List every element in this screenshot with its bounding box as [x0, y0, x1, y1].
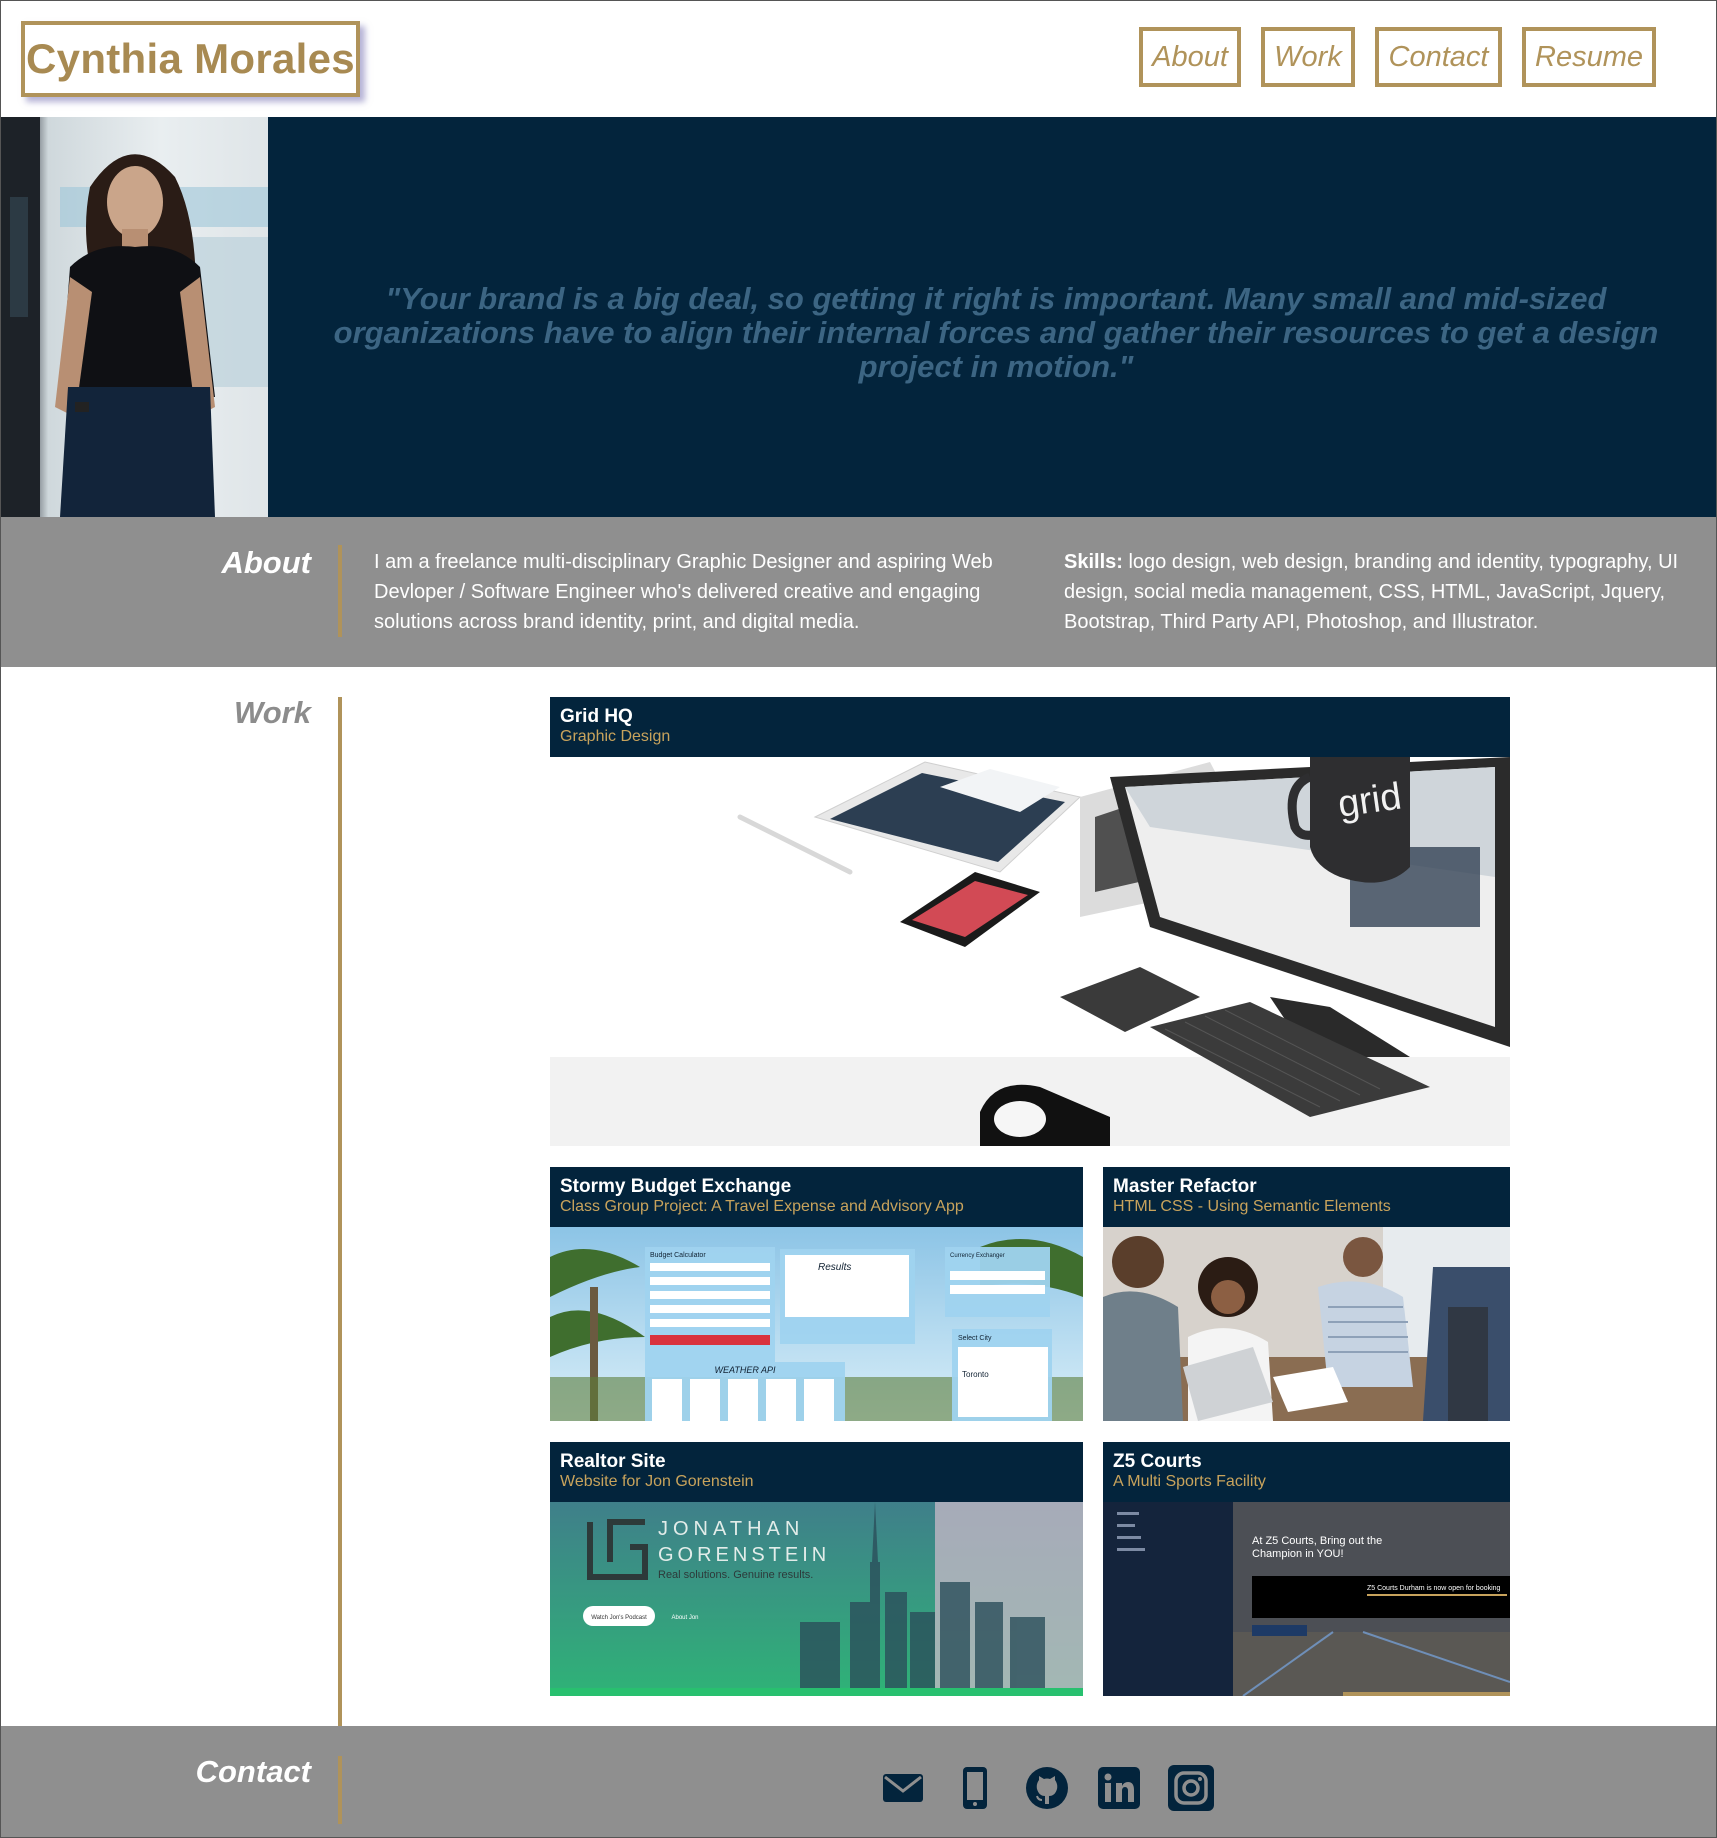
card-header: Stormy Budget Exchange Class Group Proje… [550, 1167, 1083, 1227]
budget-calculator-label: Budget Calculator [650, 1252, 706, 1259]
card-title: Master Refactor [1113, 1176, 1257, 1197]
skills-label: Skills: [1064, 551, 1123, 573]
about-heading: About [221, 545, 311, 580]
project-card-z5-courts[interactable]: Z5 Courts A Multi Sports Facility At Z5 … [1103, 1442, 1510, 1696]
brand-logo[interactable]: Cynthia Morales [21, 21, 360, 97]
realtor-name-line2: GORENSTEIN [658, 1544, 830, 1566]
card-title: Grid HQ [560, 706, 633, 727]
linkedin-icon[interactable] [1094, 1763, 1144, 1813]
about-jon-label: About Jon [671, 1615, 698, 1621]
nav-resume[interactable]: Resume [1522, 27, 1656, 87]
toronto-label: Toronto [962, 1370, 989, 1379]
z5-notice-text: Z5 Courts Durham is now open for booking [1367, 1585, 1501, 1592]
project-image-z5-courts: At Z5 Courts, Bring out the Champion in … [1103, 1502, 1510, 1696]
card-header: Realtor Site Website for Jon Gorenstein [550, 1442, 1083, 1502]
card-title: Stormy Budget Exchange [560, 1176, 792, 1197]
nav-about[interactable]: About [1139, 27, 1241, 87]
currency-exchanger-label: Currency Exchanger [950, 1253, 1005, 1259]
select-city-label: Select City [958, 1335, 992, 1342]
project-card-grid-hq[interactable]: Grid HQ Graphic Design grid [550, 697, 1510, 1146]
about-skills: Skills: logo design, web design, brandin… [1064, 547, 1694, 637]
card-subtitle: Class Group Project: A Travel Expense an… [560, 1198, 964, 1215]
weather-api-label: WEATHER API [714, 1365, 776, 1375]
skills-list: logo design, web design, branding and id… [1064, 551, 1679, 633]
phone-icon[interactable] [950, 1763, 1000, 1813]
project-image-realtor-site: JONATHAN GORENSTEIN Real solutions. Genu… [550, 1502, 1083, 1696]
project-card-master-refactor[interactable]: Master Refactor HTML CSS - Using Semanti… [1103, 1167, 1510, 1421]
card-title: Realtor Site [560, 1451, 666, 1472]
card-title: Z5 Courts [1113, 1451, 1202, 1472]
instagram-icon[interactable] [1166, 1763, 1216, 1813]
contact-section: Contact [0, 1726, 1717, 1838]
hero-banner: "Your brand is a big deal, so getting it… [0, 117, 1717, 517]
project-image-grid-hq: grid [550, 757, 1510, 1146]
card-subtitle: Website for Jon Gorenstein [560, 1473, 754, 1490]
results-label: Results [818, 1262, 851, 1273]
project-card-realtor-site[interactable]: Realtor Site Website for Jon Gorenstein [550, 1442, 1083, 1696]
mail-icon[interactable] [878, 1763, 928, 1813]
brand-name: Cynthia Morales [26, 35, 355, 82]
work-section: Work Grid HQ Graphic Design grid Stormy … [0, 667, 1717, 1726]
card-subtitle: HTML CSS - Using Semantic Elements [1113, 1198, 1391, 1215]
contact-divider [338, 1756, 342, 1824]
main-nav: About Work Contact Resume [1139, 27, 1656, 87]
card-header: Master Refactor HTML CSS - Using Semanti… [1103, 1167, 1510, 1227]
project-card-stormy-budget[interactable]: Stormy Budget Exchange Class Group Proje… [550, 1167, 1083, 1421]
card-subtitle: A Multi Sports Facility [1113, 1473, 1266, 1490]
hero-quote: "Your brand is a big deal, so getting it… [333, 281, 1659, 384]
work-divider [338, 697, 342, 1726]
realtor-tagline: Real solutions. Genuine results. [658, 1569, 813, 1581]
mug-logo-text: grid [1335, 776, 1404, 826]
about-bio: I am a freelance multi-disciplinary Grap… [374, 551, 993, 633]
contact-icons [878, 1763, 1216, 1813]
nav-contact[interactable]: Contact [1375, 27, 1502, 87]
project-image-stormy-budget: Budget Calculator Results Currency Excha… [550, 1227, 1083, 1421]
contact-heading: Contact [195, 1754, 311, 1789]
card-subtitle: Graphic Design [560, 728, 671, 745]
nav-work[interactable]: Work [1261, 27, 1355, 87]
about-section: About I am a freelance multi-disciplinar… [0, 517, 1717, 667]
podcast-button-label: Watch Jon's Podcast [591, 1615, 647, 1621]
realtor-name-line1: JONATHAN [658, 1518, 804, 1540]
github-icon[interactable] [1022, 1763, 1072, 1813]
card-header: Grid HQ Graphic Design [550, 697, 1510, 757]
profile-photo [0, 117, 268, 517]
card-header: Z5 Courts A Multi Sports Facility [1103, 1442, 1510, 1502]
work-heading: Work [234, 695, 311, 730]
project-image-master-refactor [1103, 1227, 1510, 1421]
site-header: Cynthia Morales About Work Contact Resum… [0, 0, 1717, 117]
about-divider [338, 545, 342, 637]
